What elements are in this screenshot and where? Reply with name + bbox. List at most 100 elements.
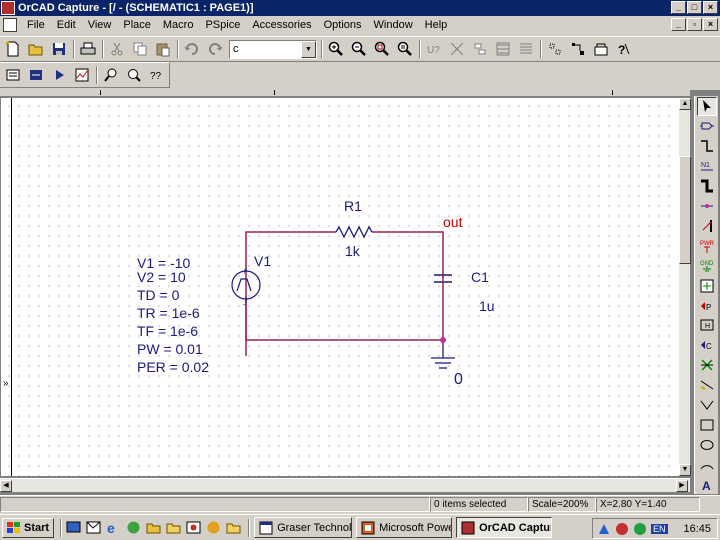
left-marker: »: [3, 378, 9, 389]
back-annotate-icon[interactable]: [447, 39, 467, 59]
run-simulation-icon[interactable]: [49, 65, 69, 85]
network-icon[interactable]: [125, 519, 142, 536]
outlook-icon[interactable]: [85, 519, 102, 536]
select-tool[interactable]: [696, 97, 717, 116]
schematic-canvas[interactable]: + - R1 1k out C1 1u V1 0 V1 = -10 V2 = 1…: [0, 98, 678, 476]
zoom-out-icon[interactable]: [349, 39, 369, 59]
scroll-left-icon[interactable]: ◀: [0, 480, 12, 492]
place-bus-entry-tool[interactable]: [697, 216, 717, 235]
menu-help[interactable]: Help: [419, 19, 454, 31]
bom-icon[interactable]: [545, 39, 565, 59]
resistor-value: 1k: [345, 243, 361, 259]
menu-window[interactable]: Window: [368, 19, 419, 31]
show-desktop-icon[interactable]: [65, 519, 82, 536]
power-marker-icon[interactable]: ??: [147, 65, 167, 85]
place-net-alias-tool[interactable]: N1: [697, 157, 717, 176]
menu-accessories[interactable]: Accessories: [246, 19, 317, 31]
menu-edit[interactable]: Edit: [51, 19, 82, 31]
project-manager-icon[interactable]: [591, 39, 611, 59]
part-combo[interactable]: c ▼: [229, 39, 317, 59]
place-rectangle-tool[interactable]: [697, 416, 717, 435]
place-hierarchical-port-tool[interactable]: H: [697, 316, 717, 335]
place-text-tool[interactable]: A: [697, 475, 717, 494]
annotate-icon[interactable]: U?: [424, 39, 444, 59]
document-icon[interactable]: [3, 18, 17, 32]
view-results-icon[interactable]: [72, 65, 92, 85]
place-wire-tool[interactable]: [697, 137, 717, 156]
zoom-in-icon[interactable]: [326, 39, 346, 59]
voltage-marker-icon[interactable]: [101, 65, 121, 85]
source-minus: -: [243, 300, 246, 309]
doc-restore-button[interactable]: ▫: [687, 18, 702, 31]
menu-pspice[interactable]: PSpice: [199, 19, 246, 31]
scroll-down-icon[interactable]: ▼: [679, 464, 691, 476]
help-icon[interactable]: ?: [614, 39, 634, 59]
toolbar-separator: [540, 40, 542, 58]
menu-options[interactable]: Options: [318, 19, 368, 31]
internet-explorer-icon[interactable]: e: [105, 519, 122, 536]
doc-minimize-button[interactable]: _: [671, 18, 686, 31]
vertical-scroll-thumb[interactable]: [679, 156, 691, 264]
folder-icon[interactable]: [145, 519, 162, 536]
menu-file[interactable]: File: [21, 19, 51, 31]
scroll-up-icon[interactable]: ▲: [679, 98, 691, 110]
task-powerpoint[interactable]: Microsoft Powe...: [356, 517, 453, 538]
zoom-area-icon[interactable]: [372, 39, 392, 59]
place-power-tool[interactable]: PWR: [697, 236, 717, 255]
place-polyline-tool[interactable]: [697, 396, 717, 415]
crossref-icon[interactable]: [516, 39, 536, 59]
place-hierarchical-pin-tool[interactable]: C: [697, 336, 717, 355]
place-hierarchical-block-tool[interactable]: P: [697, 296, 717, 315]
antivirus-tray-icon[interactable]: [615, 522, 629, 536]
menu-macro[interactable]: Macro: [157, 19, 200, 31]
clock[interactable]: 16:45: [683, 523, 711, 535]
save-icon[interactable]: [49, 39, 69, 59]
resistor-r1-symbol: [335, 225, 373, 239]
place-ellipse-tool[interactable]: [697, 435, 717, 454]
place-ground-tool[interactable]: GND: [697, 256, 717, 275]
place-off-page-connector-tool[interactable]: [697, 276, 717, 295]
start-button[interactable]: Start: [2, 517, 55, 538]
copy-icon[interactable]: [130, 39, 150, 59]
drc-icon[interactable]: [470, 39, 490, 59]
maximize-button[interactable]: □: [687, 1, 702, 14]
redo-icon[interactable]: [205, 39, 225, 59]
chevron-down-icon[interactable]: ▼: [301, 40, 316, 58]
task-graser[interactable]: Graser Technol...: [254, 517, 353, 538]
notes-icon[interactable]: [225, 519, 242, 536]
paste-icon[interactable]: [153, 39, 173, 59]
close-button[interactable]: ×: [703, 1, 718, 14]
menu-place[interactable]: Place: [117, 19, 157, 31]
doc-close-button[interactable]: ×: [703, 18, 718, 31]
cut-icon[interactable]: [107, 39, 127, 59]
orcad-app-icon[interactable]: [1, 1, 15, 15]
explorer-icon[interactable]: [165, 519, 182, 536]
simulation-profile-icon[interactable]: [3, 65, 23, 85]
place-no-connect-tool[interactable]: [697, 356, 717, 375]
place-arc-tool[interactable]: [697, 455, 717, 474]
place-part-tool[interactable]: [697, 117, 717, 136]
menu-view[interactable]: View: [82, 19, 118, 31]
minimize-button[interactable]: _: [671, 1, 686, 14]
horizontal-scrollbar[interactable]: ◀ ▶: [0, 478, 690, 492]
place-junction-tool[interactable]: [697, 197, 717, 216]
place-line-tool[interactable]: [697, 376, 717, 395]
media-icon[interactable]: [185, 519, 202, 536]
new-icon[interactable]: [3, 39, 23, 59]
print-icon[interactable]: [78, 39, 98, 59]
task-orcad[interactable]: OrCAD Captur...: [456, 517, 553, 538]
scroll-right-icon[interactable]: ▶: [676, 480, 688, 492]
undo-icon[interactable]: [182, 39, 202, 59]
zoom-all-icon[interactable]: [395, 39, 415, 59]
network-tray-icon[interactable]: [597, 522, 611, 536]
place-bus-tool[interactable]: [697, 177, 717, 196]
language-indicator[interactable]: EN: [651, 523, 668, 534]
snap-grid-icon[interactable]: [568, 39, 588, 59]
vertical-scrollbar[interactable]: ▲ ▼: [678, 98, 691, 476]
current-marker-icon[interactable]: [124, 65, 144, 85]
messenger-icon[interactable]: [205, 519, 222, 536]
edit-profile-icon[interactable]: [26, 65, 46, 85]
netlist-icon[interactable]: [493, 39, 513, 59]
open-icon[interactable]: [26, 39, 46, 59]
messenger-tray-icon[interactable]: [633, 522, 647, 536]
